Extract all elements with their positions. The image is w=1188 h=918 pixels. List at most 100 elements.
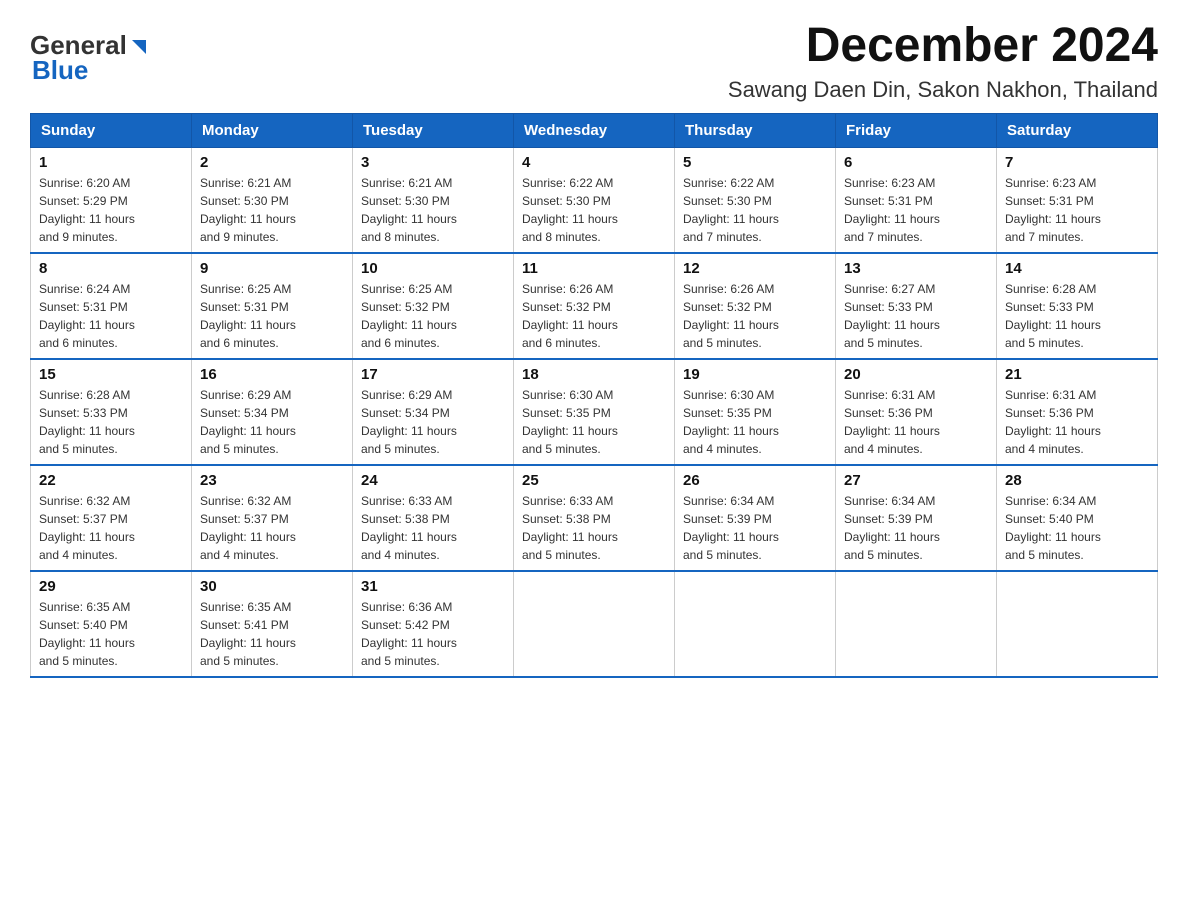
- day-number: 26: [683, 472, 827, 489]
- title-block: December 2024 Sawang Daen Din, Sakon Nak…: [728, 20, 1158, 103]
- calendar-cell: 3 Sunrise: 6:21 AMSunset: 5:30 PMDaylight…: [353, 147, 514, 253]
- calendar-cell: 11 Sunrise: 6:26 AMSunset: 5:32 PMDayligh…: [514, 253, 675, 359]
- day-number: 4: [522, 154, 666, 171]
- calendar-cell: [836, 571, 997, 677]
- calendar-week-row: 1 Sunrise: 6:20 AMSunset: 5:29 PMDaylight…: [31, 147, 1158, 253]
- calendar-cell: [514, 571, 675, 677]
- calendar-cell: 30 Sunrise: 6:35 AMSunset: 5:41 PMDayligh…: [192, 571, 353, 677]
- day-info: Sunrise: 6:33 AMSunset: 5:38 PMDaylight:…: [361, 492, 505, 564]
- day-number: 22: [39, 472, 183, 489]
- calendar-cell: 27 Sunrise: 6:34 AMSunset: 5:39 PMDayligh…: [836, 465, 997, 571]
- calendar-cell: 29 Sunrise: 6:35 AMSunset: 5:40 PMDayligh…: [31, 571, 192, 677]
- calendar-cell: 22 Sunrise: 6:32 AMSunset: 5:37 PMDayligh…: [31, 465, 192, 571]
- day-info: Sunrise: 6:33 AMSunset: 5:38 PMDaylight:…: [522, 492, 666, 564]
- calendar-cell: 16 Sunrise: 6:29 AMSunset: 5:34 PMDayligh…: [192, 359, 353, 465]
- day-number: 16: [200, 366, 344, 383]
- calendar-cell: 25 Sunrise: 6:33 AMSunset: 5:38 PMDayligh…: [514, 465, 675, 571]
- day-info: Sunrise: 6:29 AMSunset: 5:34 PMDaylight:…: [200, 386, 344, 458]
- day-number: 30: [200, 578, 344, 595]
- day-info: Sunrise: 6:22 AMSunset: 5:30 PMDaylight:…: [522, 174, 666, 246]
- calendar-header-saturday: Saturday: [997, 113, 1158, 147]
- day-number: 24: [361, 472, 505, 489]
- day-number: 18: [522, 366, 666, 383]
- day-info: Sunrise: 6:31 AMSunset: 5:36 PMDaylight:…: [1005, 386, 1149, 458]
- calendar-cell: 26 Sunrise: 6:34 AMSunset: 5:39 PMDayligh…: [675, 465, 836, 571]
- day-info: Sunrise: 6:34 AMSunset: 5:39 PMDaylight:…: [844, 492, 988, 564]
- day-info: Sunrise: 6:27 AMSunset: 5:33 PMDaylight:…: [844, 280, 988, 352]
- day-number: 6: [844, 154, 988, 171]
- day-info: Sunrise: 6:23 AMSunset: 5:31 PMDaylight:…: [1005, 174, 1149, 246]
- calendar-cell: 10Sunrise: 6:25 AMSunset: 5:32 PMDayligh…: [353, 253, 514, 359]
- calendar-cell: 9 Sunrise: 6:25 AMSunset: 5:31 PMDaylight…: [192, 253, 353, 359]
- calendar-header-thursday: Thursday: [675, 113, 836, 147]
- day-info: Sunrise: 6:25 AMSunset: 5:31 PMDaylight:…: [200, 280, 344, 352]
- day-number: 7: [1005, 154, 1149, 171]
- day-number: 11: [522, 260, 666, 277]
- day-info: Sunrise: 6:34 AMSunset: 5:39 PMDaylight:…: [683, 492, 827, 564]
- day-number: 29: [39, 578, 183, 595]
- day-info: Sunrise: 6:32 AMSunset: 5:37 PMDaylight:…: [200, 492, 344, 564]
- calendar-week-row: 15Sunrise: 6:28 AMSunset: 5:33 PMDayligh…: [31, 359, 1158, 465]
- calendar-header-wednesday: Wednesday: [514, 113, 675, 147]
- day-info: Sunrise: 6:31 AMSunset: 5:36 PMDaylight:…: [844, 386, 988, 458]
- calendar-cell: 24 Sunrise: 6:33 AMSunset: 5:38 PMDayligh…: [353, 465, 514, 571]
- day-number: 14: [1005, 260, 1149, 277]
- page-subtitle: Sawang Daen Din, Sakon Nakhon, Thailand: [728, 77, 1158, 103]
- day-number: 19: [683, 366, 827, 383]
- calendar-cell: 13 Sunrise: 6:27 AMSunset: 5:33 PMDayligh…: [836, 253, 997, 359]
- day-number: 25: [522, 472, 666, 489]
- day-info: Sunrise: 6:21 AMSunset: 5:30 PMDaylight:…: [200, 174, 344, 246]
- page-title: December 2024: [728, 20, 1158, 73]
- day-info: Sunrise: 6:29 AMSunset: 5:34 PMDaylight:…: [361, 386, 505, 458]
- day-info: Sunrise: 6:28 AMSunset: 5:33 PMDaylight:…: [1005, 280, 1149, 352]
- day-number: 20: [844, 366, 988, 383]
- calendar-cell: 4 Sunrise: 6:22 AMSunset: 5:30 PMDaylight…: [514, 147, 675, 253]
- day-info: Sunrise: 6:34 AMSunset: 5:40 PMDaylight:…: [1005, 492, 1149, 564]
- calendar-cell: 7 Sunrise: 6:23 AMSunset: 5:31 PMDaylight…: [997, 147, 1158, 253]
- logo: General Blue: [30, 30, 150, 86]
- calendar-cell: 28 Sunrise: 6:34 AMSunset: 5:40 PMDayligh…: [997, 465, 1158, 571]
- logo-triangle-icon: [128, 36, 150, 58]
- calendar-cell: 15Sunrise: 6:28 AMSunset: 5:33 PMDayligh…: [31, 359, 192, 465]
- day-info: Sunrise: 6:35 AMSunset: 5:41 PMDaylight:…: [200, 598, 344, 670]
- day-number: 27: [844, 472, 988, 489]
- calendar-cell: 6 Sunrise: 6:23 AMSunset: 5:31 PMDaylight…: [836, 147, 997, 253]
- calendar-cell: 19 Sunrise: 6:30 AMSunset: 5:35 PMDayligh…: [675, 359, 836, 465]
- day-info: Sunrise: 6:25 AMSunset: 5:32 PMDaylight:…: [361, 280, 505, 352]
- page-header: General Blue December 2024 Sawang Daen D…: [30, 20, 1158, 103]
- calendar-cell: 17 Sunrise: 6:29 AMSunset: 5:34 PMDayligh…: [353, 359, 514, 465]
- day-info: Sunrise: 6:28 AMSunset: 5:33 PMDaylight:…: [39, 386, 183, 458]
- day-number: 28: [1005, 472, 1149, 489]
- calendar-cell: [675, 571, 836, 677]
- calendar-cell: 2Sunrise: 6:21 AMSunset: 5:30 PMDaylight…: [192, 147, 353, 253]
- calendar-cell: [997, 571, 1158, 677]
- day-info: Sunrise: 6:30 AMSunset: 5:35 PMDaylight:…: [522, 386, 666, 458]
- day-number: 1: [39, 154, 183, 171]
- day-info: Sunrise: 6:30 AMSunset: 5:35 PMDaylight:…: [683, 386, 827, 458]
- calendar-cell: 12 Sunrise: 6:26 AMSunset: 5:32 PMDayligh…: [675, 253, 836, 359]
- day-info: Sunrise: 6:23 AMSunset: 5:31 PMDaylight:…: [844, 174, 988, 246]
- calendar-cell: 23 Sunrise: 6:32 AMSunset: 5:37 PMDayligh…: [192, 465, 353, 571]
- calendar-header-row: SundayMondayTuesdayWednesdayThursdayFrid…: [31, 113, 1158, 147]
- day-number: 9: [200, 260, 344, 277]
- day-info: Sunrise: 6:35 AMSunset: 5:40 PMDaylight:…: [39, 598, 183, 670]
- day-number: 17: [361, 366, 505, 383]
- day-info: Sunrise: 6:24 AMSunset: 5:31 PMDaylight:…: [39, 280, 183, 352]
- day-info: Sunrise: 6:26 AMSunset: 5:32 PMDaylight:…: [522, 280, 666, 352]
- day-info: Sunrise: 6:26 AMSunset: 5:32 PMDaylight:…: [683, 280, 827, 352]
- day-number: 23: [200, 472, 344, 489]
- calendar-week-row: 29 Sunrise: 6:35 AMSunset: 5:40 PMDayligh…: [31, 571, 1158, 677]
- calendar-cell: 14 Sunrise: 6:28 AMSunset: 5:33 PMDayligh…: [997, 253, 1158, 359]
- day-info: Sunrise: 6:20 AMSunset: 5:29 PMDaylight:…: [39, 174, 183, 246]
- calendar-cell: 20 Sunrise: 6:31 AMSunset: 5:36 PMDayligh…: [836, 359, 997, 465]
- calendar-week-row: 22 Sunrise: 6:32 AMSunset: 5:37 PMDayligh…: [31, 465, 1158, 571]
- day-number: 13: [844, 260, 988, 277]
- day-number: 12: [683, 260, 827, 277]
- day-number: 3: [361, 154, 505, 171]
- calendar-cell: 31Sunrise: 6:36 AMSunset: 5:42 PMDayligh…: [353, 571, 514, 677]
- calendar-header-monday: Monday: [192, 113, 353, 147]
- day-number: 31: [361, 578, 505, 595]
- day-info: Sunrise: 6:32 AMSunset: 5:37 PMDaylight:…: [39, 492, 183, 564]
- day-number: 5: [683, 154, 827, 171]
- day-info: Sunrise: 6:21 AMSunset: 5:30 PMDaylight:…: [361, 174, 505, 246]
